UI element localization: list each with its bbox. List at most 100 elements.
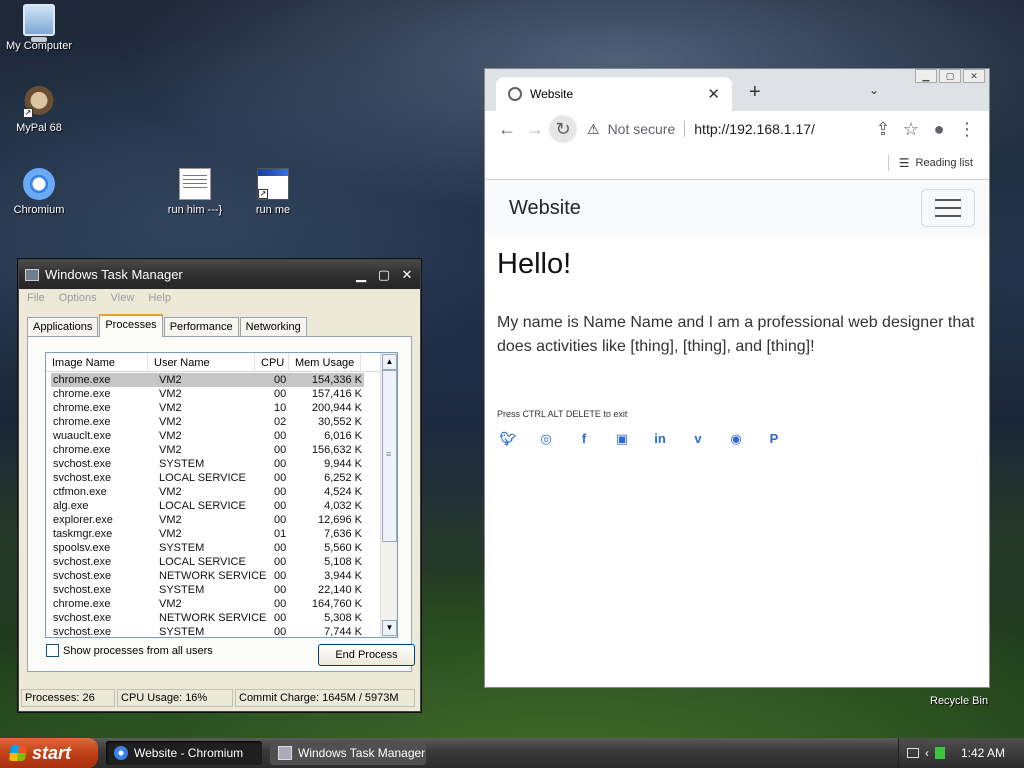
menu-view[interactable]: View — [111, 292, 135, 306]
tray-chevron-icon[interactable]: ‹ — [925, 746, 929, 760]
forward-arrow-icon[interactable]: → — [521, 115, 549, 143]
process-list-scrollbar[interactable]: ▲ ▼ — [380, 353, 397, 637]
task-manager-window[interactable]: Windows Task Manager ▁ ▢ ✕ File Options … — [18, 259, 421, 712]
scroll-down-icon[interactable]: ▼ — [382, 620, 397, 636]
cell-user-name: SYSTEM — [159, 626, 205, 638]
minimize-icon[interactable]: ▁ — [351, 265, 371, 285]
cell-user-name: VM2 — [159, 528, 182, 540]
table-row[interactable]: chrome.exe VM2 00 156,632 K — [51, 443, 364, 457]
close-tab-icon[interactable]: ✕ — [707, 85, 720, 103]
tab-applications[interactable]: Applications — [27, 317, 99, 337]
social-links: 🐦︎ ◎ f ▣ in v ◉ P — [485, 419, 989, 447]
table-row[interactable]: alg.exe LOCAL SERVICE 00 4,032 K — [51, 499, 364, 513]
table-row[interactable]: chrome.exe VM2 00 157,416 K — [51, 387, 364, 401]
cell-cpu: 00 — [274, 444, 287, 456]
desktop-icon-run-me[interactable]: ↗ run me — [235, 168, 311, 216]
reading-list-button[interactable]: Reading list — [916, 157, 973, 169]
show-all-processes-checkbox[interactable]: Show processes from all users — [46, 644, 213, 657]
new-tab-icon[interactable]: + — [749, 81, 761, 104]
menu-file[interactable]: File — [27, 292, 45, 306]
youtube-icon[interactable]: ▣ — [613, 431, 631, 447]
security-label[interactable]: Not secure — [608, 121, 676, 137]
minimize-icon[interactable]: ▁ — [915, 69, 937, 83]
table-row[interactable]: spoolsv.exe SYSTEM 00 5,560 K — [51, 541, 364, 555]
tab-performance[interactable]: Performance — [163, 317, 239, 337]
column-user-name[interactable]: User Name — [148, 353, 255, 371]
table-row[interactable]: svchost.exe NETWORK SERVICE 00 3,944 K — [51, 569, 364, 583]
menu-help[interactable]: Help — [148, 292, 171, 306]
table-row[interactable]: chrome.exe VM2 02 30,552 K — [51, 415, 364, 429]
table-row[interactable]: svchost.exe SYSTEM 00 7,744 K — [51, 625, 364, 638]
clock[interactable]: 1:42 AM — [961, 746, 1005, 760]
url-text[interactable]: http://192.168.1.17/ — [694, 121, 815, 137]
tab-networking[interactable]: Networking — [239, 317, 307, 337]
table-row[interactable]: ctfmon.exe VM2 00 4,524 K — [51, 485, 364, 499]
share-icon[interactable]: ⇪ — [869, 115, 897, 143]
reload-icon[interactable]: ↻ — [549, 115, 577, 143]
checkbox-box[interactable] — [46, 644, 59, 657]
cell-cpu: 00 — [274, 626, 287, 638]
taskbar-item-chromium[interactable]: Website - Chromium — [106, 741, 262, 765]
cell-user-name: VM2 — [159, 416, 182, 428]
dribbble-icon[interactable]: ◎ — [537, 431, 555, 447]
hamburger-menu-icon[interactable] — [921, 189, 975, 227]
vimeo-icon[interactable]: v — [689, 431, 707, 447]
desktop-icon-mypal[interactable]: ↗ MyPal 68 — [1, 86, 77, 134]
task-manager-tray-icon[interactable] — [935, 747, 945, 759]
warning-icon[interactable]: ⚠ — [587, 121, 600, 138]
browser-tab[interactable]: Website ✕ — [496, 77, 732, 111]
process-list[interactable]: Image Name User Name CPU Mem Usage chrom… — [45, 352, 398, 638]
desktop-icon-recycle-bin[interactable]: Recycle Bin — [930, 695, 988, 707]
profile-avatar-icon[interactable]: ● — [925, 115, 953, 143]
keyboard-icon[interactable] — [907, 748, 919, 758]
column-image-name[interactable]: Image Name — [46, 353, 148, 371]
table-row[interactable]: wuauclt.exe VM2 00 6,016 K — [51, 429, 364, 443]
table-row[interactable]: chrome.exe VM2 00 164,760 K — [51, 597, 364, 611]
table-row[interactable]: svchost.exe SYSTEM 00 9,944 K — [51, 457, 364, 471]
scroll-up-icon[interactable]: ▲ — [382, 354, 397, 370]
table-row[interactable]: chrome.exe VM2 10 200,944 K — [51, 401, 364, 415]
menu-options[interactable]: Options — [59, 292, 97, 306]
site-brand[interactable]: Website — [509, 197, 581, 220]
table-row[interactable]: svchost.exe NETWORK SERVICE 00 5,308 K — [51, 611, 364, 625]
address-bar[interactable]: ⚠ Not secure http://192.168.1.17/ — [581, 115, 865, 143]
scrollbar-thumb[interactable] — [382, 370, 397, 542]
table-row[interactable]: taskmgr.exe VM2 01 7,636 K — [51, 527, 364, 541]
start-button[interactable]: start — [0, 738, 98, 768]
chromium-window[interactable]: Website ✕ + ⌄ ▁ ▢ ✕ ← → ↻ ⚠ Not secure h… — [484, 68, 990, 688]
linkedin-icon[interactable]: in — [651, 431, 669, 447]
table-row[interactable]: svchost.exe LOCAL SERVICE 00 5,108 K — [51, 555, 364, 569]
paypal-icon[interactable]: P — [765, 431, 783, 447]
star-bookmark-icon[interactable]: ☆ — [897, 115, 925, 143]
chromium-icon — [114, 746, 128, 760]
table-row[interactable]: svchost.exe SYSTEM 00 22,140 K — [51, 583, 364, 597]
maximize-icon[interactable]: ▢ — [939, 69, 961, 83]
column-mem-usage[interactable]: Mem Usage — [289, 353, 361, 371]
browser-toolbar: ← → ↻ ⚠ Not secure http://192.168.1.17/ … — [485, 111, 989, 147]
computer-icon — [23, 4, 55, 42]
column-cpu[interactable]: CPU — [255, 353, 289, 371]
desktop-icon-run-him[interactable]: run him ---} — [157, 168, 233, 216]
kebab-menu-icon[interactable]: ⋮ — [953, 115, 981, 143]
facebook-icon[interactable]: f — [575, 431, 593, 447]
reading-list-icon[interactable]: ☰ — [899, 156, 910, 170]
desktop-icon-chromium[interactable]: Chromium — [1, 168, 77, 216]
task-manager-titlebar[interactable]: Windows Task Manager ▁ ▢ ✕ — [19, 260, 420, 289]
table-row[interactable]: svchost.exe LOCAL SERVICE 00 6,252 K — [51, 471, 364, 485]
close-icon[interactable]: ✕ — [963, 69, 985, 83]
maximize-icon[interactable]: ▢ — [374, 265, 394, 285]
table-row[interactable]: explorer.exe VM2 00 12,696 K — [51, 513, 364, 527]
chevron-down-icon[interactable]: ⌄ — [869, 83, 879, 97]
cell-mem-usage: 4,524 K — [324, 486, 362, 498]
taskbar-item-task-manager[interactable]: Windows Task Manager — [270, 741, 426, 765]
system-tray: ‹ 1:42 AM — [898, 738, 1024, 768]
github-icon[interactable]: ◉ — [727, 431, 745, 447]
table-row[interactable]: chrome.exe VM2 00 154,336 K — [51, 373, 364, 387]
desktop-icon-my-computer[interactable]: My Computer — [1, 4, 77, 52]
tab-processes[interactable]: Processes — [99, 314, 163, 337]
cell-cpu: 02 — [274, 416, 287, 428]
twitter-icon[interactable]: 🐦︎ — [499, 431, 517, 447]
back-arrow-icon[interactable]: ← — [493, 115, 521, 143]
close-icon[interactable]: ✕ — [397, 265, 417, 285]
end-process-button[interactable]: End Process — [318, 644, 415, 666]
